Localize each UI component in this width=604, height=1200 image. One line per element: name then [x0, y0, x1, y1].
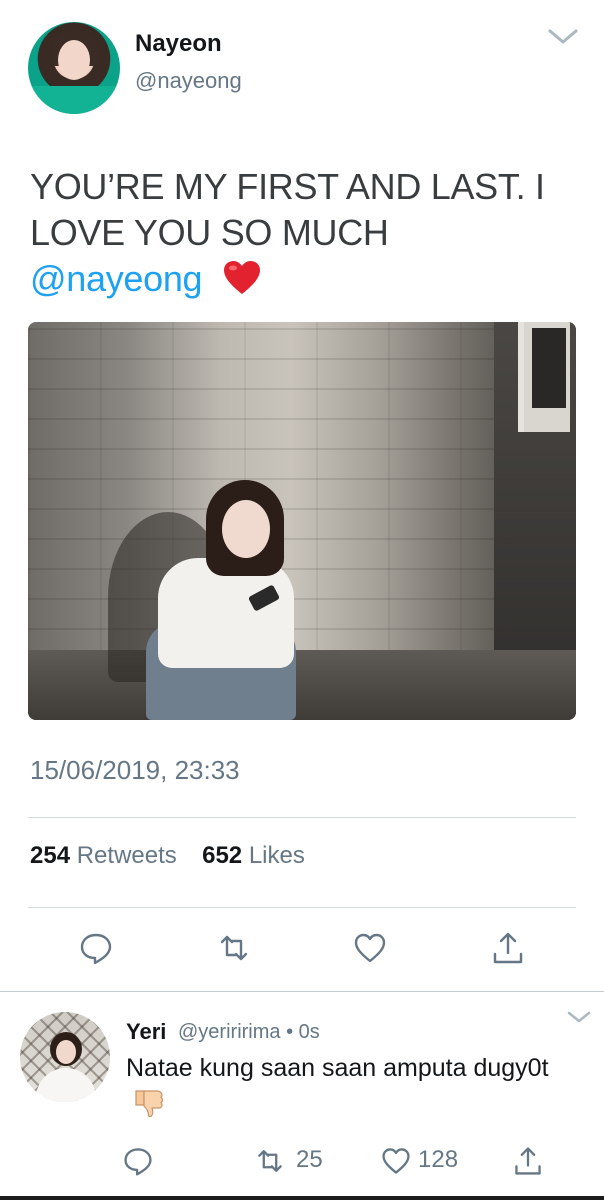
tweet-text: YOU’RE MY FIRST AND LAST. I LOVE YOU SO … — [30, 164, 590, 302]
author-handle[interactable]: @nayeong — [135, 68, 242, 94]
reply-time: 0s — [298, 1021, 320, 1043]
likes-count[interactable]: 652 — [202, 842, 242, 869]
chevron-down-icon[interactable] — [566, 1008, 592, 1026]
tweet-timestamp: 15/06/2019, 23:33 — [30, 755, 240, 785]
like-icon[interactable] — [352, 930, 388, 966]
chevron-down-icon[interactable] — [546, 24, 580, 48]
reply-meta: @yeriririma • 0s — [178, 1021, 320, 1044]
retweets-count[interactable]: 254 — [30, 842, 70, 869]
like-icon[interactable] — [380, 1145, 412, 1177]
reply-retweets-count[interactable]: 25 — [296, 1146, 323, 1174]
reply-icon[interactable] — [122, 1145, 154, 1177]
thumbs-down-icon — [135, 1090, 164, 1118]
author-name[interactable]: Nayeon — [135, 30, 222, 58]
divider — [28, 817, 576, 818]
reply-icon[interactable] — [78, 930, 114, 966]
red-heart-icon — [223, 261, 260, 294]
retweet-icon[interactable] — [254, 1145, 286, 1177]
author-avatar[interactable] — [28, 22, 120, 114]
engagement-stats: 254 Retweets 652 Likes — [30, 842, 305, 870]
mention-link[interactable]: @nayeong — [30, 258, 203, 299]
main-tweet: Nayeon @nayeong YOU’RE MY FIRST AND LAST… — [0, 0, 604, 992]
share-icon[interactable] — [490, 930, 526, 966]
share-icon[interactable] — [512, 1145, 544, 1177]
bottom-edge — [0, 1196, 604, 1200]
divider — [28, 907, 576, 908]
likes-label[interactable]: Likes — [249, 842, 305, 869]
reply-text: Natae kung saan saan amputa dugy0t — [126, 1052, 566, 1120]
tweet-body: YOU’RE MY FIRST AND LAST. I LOVE YOU SO … — [30, 166, 545, 253]
reply-body: Natae kung saan saan amputa dugy0t — [126, 1054, 549, 1082]
reply-author-handle[interactable]: @yeriririma — [178, 1021, 281, 1043]
retweets-label[interactable]: Retweets — [77, 842, 177, 869]
reply-likes-count[interactable]: 128 — [418, 1146, 458, 1174]
tweet-photo[interactable] — [28, 322, 576, 720]
meta-separator: • — [286, 1021, 294, 1043]
reply-author-avatar[interactable] — [20, 1012, 110, 1102]
reply-author-name[interactable]: Yeri — [126, 1019, 166, 1045]
retweet-icon[interactable] — [216, 930, 252, 966]
